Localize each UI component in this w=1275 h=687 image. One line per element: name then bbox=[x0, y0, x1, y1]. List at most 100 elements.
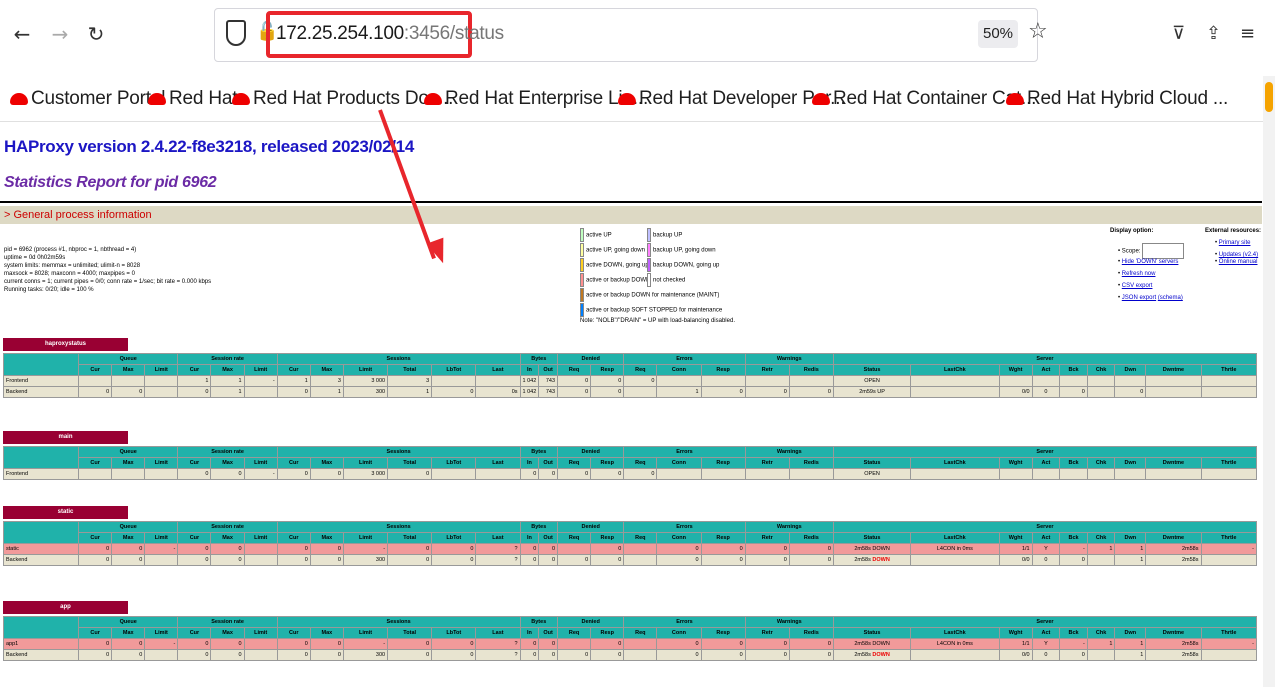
tasks-line: Running tasks: 0/20; idle = 100 % bbox=[4, 287, 94, 293]
table-cell: 1 bbox=[210, 386, 245, 398]
json-export-link[interactable]: JSON export bbox=[1122, 295, 1156, 301]
bookmark-products-doc[interactable]: Red Hat Products Doc... bbox=[232, 86, 453, 112]
pocket-icon[interactable]: ⊽ bbox=[1172, 22, 1185, 46]
refresh-now-link[interactable]: Refresh now bbox=[1122, 271, 1156, 277]
proxy-name-static[interactable]: static bbox=[3, 506, 128, 519]
column-header: Total bbox=[387, 364, 433, 376]
json-schema-link[interactable]: (schema) bbox=[1158, 295, 1183, 301]
row-label[interactable]: app1 bbox=[2, 638, 80, 650]
process-info-panel: pid = 6962 (process #1, nbproc = 1, nbth… bbox=[0, 224, 1262, 336]
page-scrollbar[interactable] bbox=[1263, 76, 1275, 687]
table-cell: 0 bbox=[590, 649, 625, 661]
column-header: Thrtle bbox=[1200, 627, 1257, 639]
hide-down-servers-link[interactable]: Hide 'DOWN' servers bbox=[1122, 259, 1179, 265]
external-resources: External resources: • Primary site • Upd… bbox=[1205, 228, 1261, 266]
legend-active-up: active UP bbox=[580, 228, 612, 242]
column-header: Thrtle bbox=[1200, 532, 1257, 544]
url-text[interactable]: 172.25.254.100:3456/status bbox=[276, 22, 504, 46]
table-cell: - bbox=[1059, 543, 1088, 555]
table-cell: 0 bbox=[788, 649, 834, 661]
column-header: Req bbox=[623, 627, 658, 639]
column-header: Status bbox=[832, 364, 912, 376]
table-cell: 0 bbox=[78, 543, 113, 555]
row-label[interactable]: Frontend bbox=[2, 468, 80, 480]
table-cell: 0 bbox=[387, 554, 433, 566]
column-header: Req bbox=[557, 457, 592, 469]
table-cell: Y bbox=[1031, 638, 1061, 650]
group-header: Denied bbox=[557, 521, 625, 533]
bookmark-star-icon[interactable]: ☆ bbox=[1028, 20, 1048, 44]
table-cell bbox=[788, 468, 834, 480]
swatch bbox=[580, 273, 584, 287]
column-header: Cur bbox=[177, 364, 212, 376]
row-label[interactable]: Frontend bbox=[2, 375, 80, 387]
column-header: Max bbox=[210, 364, 245, 376]
table-cell: 0 bbox=[1059, 554, 1088, 566]
column-header: In bbox=[519, 364, 540, 376]
table-cell: 0 bbox=[590, 543, 625, 555]
primary-site-link[interactable]: Primary site bbox=[1219, 240, 1251, 246]
column-header: Conn bbox=[656, 364, 702, 376]
column-header: Retr bbox=[744, 532, 790, 544]
table-cell bbox=[144, 386, 179, 398]
group-header: Warnings bbox=[744, 446, 834, 458]
updates-link[interactable]: Updates (v2.4) bbox=[1219, 252, 1258, 258]
group-header: Session rate bbox=[177, 616, 278, 628]
row-label[interactable]: static bbox=[2, 543, 80, 555]
bookmark-container-catalog[interactable]: Red Hat Container Cat... bbox=[812, 86, 1036, 112]
table-cell: 0s bbox=[475, 386, 521, 398]
manual-link-row: • Online manual bbox=[1215, 259, 1258, 265]
table-cell: 0 bbox=[431, 543, 477, 555]
reload-icon[interactable]: ↻ bbox=[84, 22, 108, 46]
column-header: Resp bbox=[700, 627, 746, 639]
column-header: Act bbox=[1031, 532, 1061, 544]
proxy-table: Queue Session rate Sessions Bytes Denied Erro… bbox=[2, 353, 1258, 398]
column-header: In bbox=[519, 532, 540, 544]
proxy-name-app[interactable]: app bbox=[3, 601, 128, 614]
column-header: Dwntme bbox=[1145, 364, 1202, 376]
row-label[interactable]: Backend bbox=[2, 386, 80, 398]
legend-label: active or backup DOWN for maintenance (M… bbox=[586, 292, 720, 299]
bookmark-hybrid-cloud[interactable]: Red Hat Hybrid Cloud ... bbox=[1006, 86, 1228, 112]
table-cell: 2m58s bbox=[1145, 543, 1202, 555]
row-label[interactable]: Backend bbox=[2, 649, 80, 661]
tracking-shield-icon[interactable] bbox=[226, 20, 246, 46]
scrollbar-thumb[interactable] bbox=[1265, 82, 1273, 112]
column-header: Max bbox=[111, 364, 146, 376]
pid-line: pid = 6962 (process #1, nbproc = 1, nbth… bbox=[4, 247, 137, 253]
table-cell bbox=[243, 554, 278, 566]
bookmark-red-hat[interactable]: Red Hat bbox=[148, 86, 238, 112]
row-label[interactable]: Backend bbox=[2, 554, 80, 566]
csv-export-link[interactable]: CSV export bbox=[1122, 283, 1153, 289]
table-cell: 0 bbox=[744, 543, 790, 555]
column-header: Max bbox=[210, 457, 245, 469]
proxy-name-main[interactable]: main bbox=[3, 431, 128, 444]
zoom-level-badge[interactable]: 50% bbox=[978, 20, 1018, 48]
table-cell: 0 bbox=[276, 649, 311, 661]
forward-arrow-icon[interactable]: → bbox=[48, 22, 72, 46]
column-header: Chk bbox=[1086, 364, 1116, 376]
bookmark-customer-portal[interactable]: Customer Portal bbox=[10, 86, 165, 112]
table-cell: 1/1 bbox=[998, 638, 1033, 650]
table-cell bbox=[1086, 386, 1116, 398]
column-header: Cur bbox=[78, 532, 113, 544]
proxy-name-haproxystatus[interactable]: haproxystatus bbox=[3, 338, 128, 351]
bookmark-enterprise-linux[interactable]: Red Hat Enterprise Lin... bbox=[424, 86, 648, 112]
table-cell: 0 bbox=[276, 543, 311, 555]
share-icon[interactable]: ⇪ bbox=[1206, 22, 1221, 46]
column-header: LastChk bbox=[910, 364, 1000, 376]
column-header: LastChk bbox=[910, 532, 1000, 544]
table-cell: OPEN bbox=[832, 375, 912, 387]
back-arrow-icon[interactable]: ← bbox=[10, 22, 34, 46]
table-cell: 0 bbox=[387, 543, 433, 555]
scope-row: • Scope: bbox=[1118, 243, 1185, 259]
table-cell: 0 bbox=[744, 638, 790, 650]
table-cell: 0 bbox=[177, 386, 212, 398]
scope-input[interactable] bbox=[1142, 243, 1185, 259]
menu-hamburger-icon[interactable]: ≡ bbox=[1240, 22, 1255, 46]
column-header: Cur bbox=[276, 364, 311, 376]
online-manual-link[interactable]: Online manual bbox=[1219, 259, 1258, 265]
column-header: Limit bbox=[342, 532, 389, 544]
column-header: Req bbox=[623, 532, 658, 544]
column-header: Limit bbox=[144, 532, 179, 544]
